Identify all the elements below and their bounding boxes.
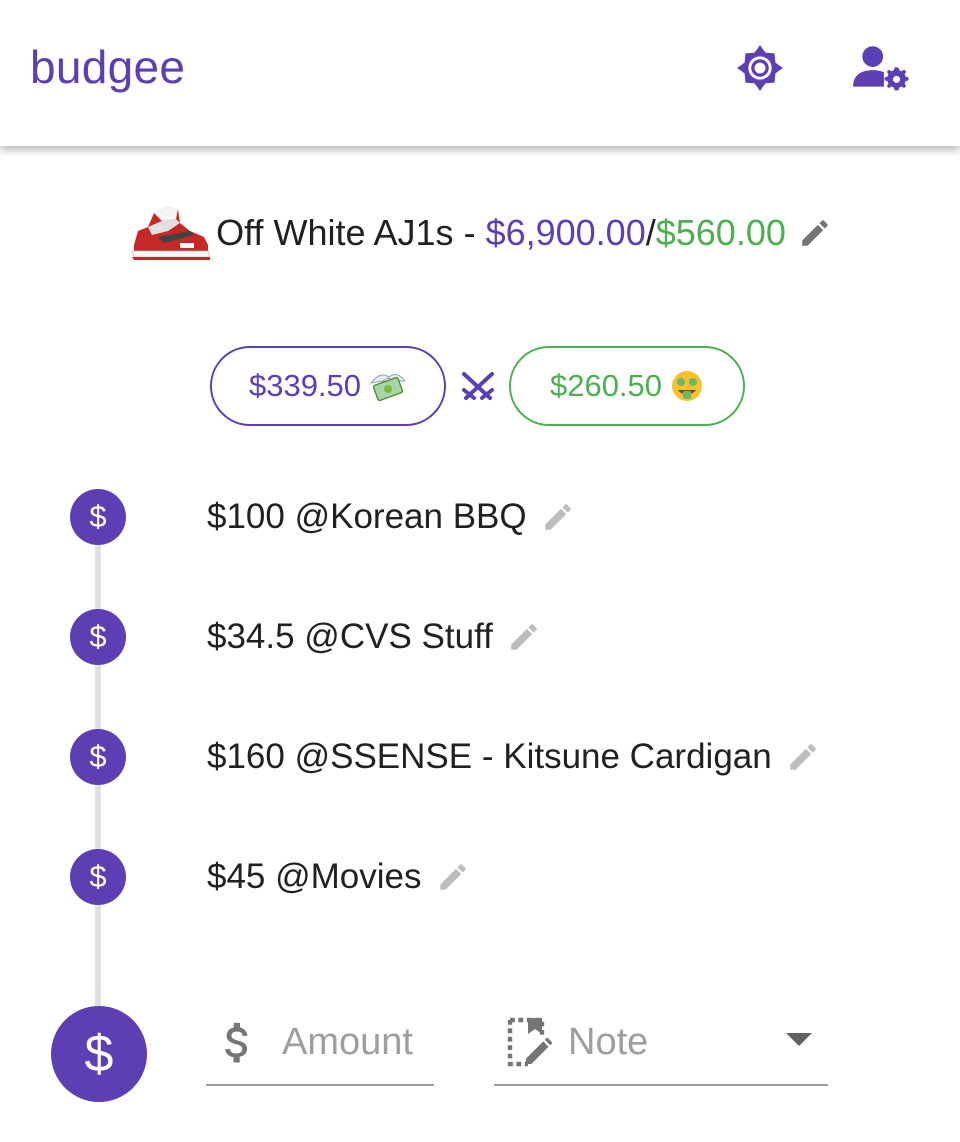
expense-text: $100 @Korean BBQ — [207, 497, 527, 536]
pencil-icon — [789, 744, 816, 770]
edit-budget-button[interactable] — [798, 216, 832, 250]
expense-item: $34.5 @CVS Stuff — [207, 607, 541, 667]
pencil-icon — [544, 504, 571, 530]
crossed-swords-icon — [462, 372, 494, 400]
budget-summary: $339.50 $260.50 — [0, 346, 960, 426]
arrow-drop-down-icon — [786, 1032, 812, 1046]
expense-icon: $ — [70, 849, 126, 905]
amount-input[interactable] — [282, 1020, 434, 1064]
note-edit-icon — [496, 1016, 556, 1068]
account-settings-icon — [853, 46, 909, 91]
app-bar: budgee — [0, 0, 960, 146]
expense-text: $160 @SSENSE - Kitsune Cardigan — [207, 737, 772, 776]
pencil-icon — [511, 624, 537, 650]
budget-total: $6,900.00 — [485, 212, 646, 253]
expense-text: $34.5 @CVS Stuff — [207, 617, 493, 656]
edit-expense-button[interactable] — [541, 500, 575, 534]
add-expense-icon: $ — [51, 1006, 147, 1102]
brightness-icon — [737, 45, 783, 91]
edit-expense-button[interactable] — [786, 740, 820, 774]
sneaker-image — [131, 207, 211, 260]
expense-item: $160 @SSENSE - Kitsune Cardigan — [207, 727, 820, 787]
expense-icon: $ — [70, 609, 126, 665]
account-settings-button[interactable] — [848, 38, 914, 98]
app-title[interactable]: budgee — [30, 40, 185, 94]
budget-separator: - — [453, 212, 486, 253]
amount-field[interactable] — [206, 1000, 434, 1086]
remaining-amount: $260.50 — [549, 368, 663, 403]
budget-name: Off White AJ1s — [216, 212, 454, 253]
expense-item: $100 @Korean BBQ — [207, 487, 575, 547]
pencil-icon — [802, 220, 828, 246]
expense-icon: $ — [70, 729, 126, 785]
expense-item: $45 @Movies — [207, 847, 470, 907]
budget-header: Off White AJ1s - $6,900.00 / $560.00 — [0, 200, 960, 266]
expense-text: $45 @Movies — [207, 857, 422, 896]
theme-toggle-button[interactable] — [730, 38, 790, 98]
note-field[interactable] — [494, 1000, 828, 1086]
spent-chip[interactable]: $339.50 — [210, 346, 446, 426]
money-with-wings-icon — [369, 369, 407, 403]
edit-expense-button[interactable] — [507, 620, 541, 654]
edit-expense-button[interactable] — [436, 860, 470, 894]
note-input[interactable] — [568, 1020, 778, 1064]
budget-limit: $560.00 — [655, 212, 786, 253]
spent-amount: $339.50 — [248, 368, 362, 403]
money-mouth-face-icon — [670, 369, 704, 403]
remaining-chip[interactable]: $260.50 — [509, 346, 745, 426]
expense-icon: $ — [70, 489, 126, 545]
budget-slash: / — [645, 212, 656, 253]
dollar-icon — [208, 1019, 268, 1065]
note-dropdown-toggle[interactable] — [786, 1032, 812, 1052]
pencil-icon — [439, 864, 466, 890]
